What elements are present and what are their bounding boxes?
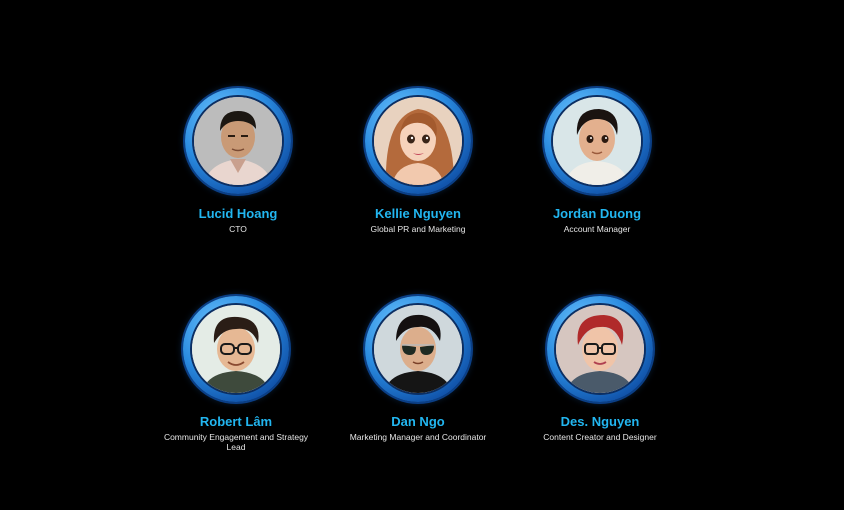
team-member-card: Dan Ngo Marketing Manager and Coordinato… [328,296,508,442]
redhair-glasses-cartoon-avatar-icon [556,305,644,393]
member-name: Robert Lâm [199,414,273,429]
member-name: Jordan Duong [552,206,642,221]
member-role: Community Engagement and Strategy Lead [163,432,309,452]
member-role: Content Creator and Designer [543,432,657,442]
avatar [372,95,464,187]
man-sunglasses-cartoon-avatar-icon [374,305,462,393]
avatar [551,95,643,187]
member-name: Des. Nguyen [560,414,640,429]
avatar-ring [544,88,650,194]
team-member-card: Des. Nguyen Content Creator and Designer [510,296,690,442]
member-role: Marketing Manager and Coordinator [349,432,487,442]
team-member-card: Robert Lâm Community Engagement and Stra… [146,296,326,452]
avatar [190,303,282,395]
member-name: Dan Ngo [391,414,445,429]
woman-cartoon-avatar-icon [374,97,462,185]
avatar-ring [185,88,291,194]
man-glasses-cartoon-avatar-icon [192,305,280,393]
member-name: Kellie Nguyen [375,206,461,221]
man-cartoon-avatar-icon [553,97,641,185]
man-photo-avatar-icon [194,97,282,185]
member-role: Global PR and Marketing [370,224,466,234]
member-name: Lucid Hoang [198,206,278,221]
team-member-card: Jordan Duong Account Manager [507,88,687,234]
member-role: Account Manager [563,224,631,234]
member-role: CTO [229,224,247,234]
team-member-card: Kellie Nguyen Global PR and Marketing [328,88,508,234]
avatar-ring [365,296,471,402]
avatar [554,303,646,395]
avatar-ring [365,88,471,194]
team-member-card: Lucid Hoang CTO [148,88,328,234]
avatar [192,95,284,187]
avatar [372,303,464,395]
team-grid: Lucid Hoang CTO Kellie Nguyen Global PR … [0,0,844,510]
avatar-ring [183,296,289,402]
avatar-ring [547,296,653,402]
